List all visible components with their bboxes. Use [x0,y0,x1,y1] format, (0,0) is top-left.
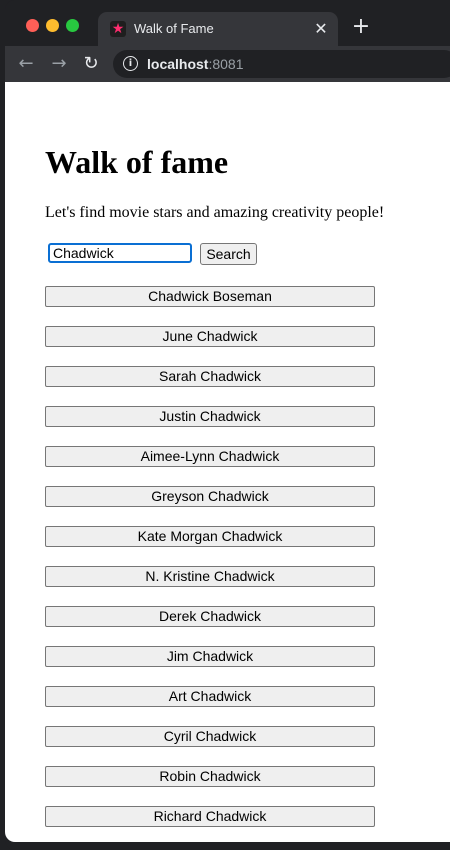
new-tab-button[interactable]: + [350,16,372,38]
result-button[interactable]: Cyril Chadwick [45,726,375,747]
result-button[interactable]: Richard Chadwick [45,806,375,827]
result-button[interactable]: Kate Morgan Chadwick [45,526,375,547]
result-button[interactable]: June Chadwick [45,326,375,347]
search-button[interactable]: Search [200,243,257,265]
browser-toolbar: ← → ↻ i localhost:8081 [5,46,450,82]
result-button[interactable]: Sarah Chadwick [45,366,375,387]
close-tab-icon[interactable]: ✕ [312,20,330,38]
reload-icon[interactable]: ↻ [80,53,102,75]
forward-arrow-icon[interactable]: → [48,53,70,75]
search-input[interactable] [48,243,192,263]
result-button[interactable]: Robin Chadwick [45,766,375,787]
result-button[interactable]: Chadwick Boseman [45,286,375,307]
window-close-button[interactable] [26,19,39,32]
page-subtitle: Let's find movie stars and amazing creat… [45,204,385,221]
results-list: Chadwick Boseman June Chadwick Sarah Chadw… [45,286,375,842]
address-bar[interactable]: i localhost:8081 [113,50,450,78]
result-button[interactable]: Art Chadwick [45,686,375,707]
url-host: localhost [147,56,209,72]
page-viewport: Walk of fame Let's find movie stars and … [5,82,450,842]
page-title: Walk of fame [45,144,229,180]
result-button[interactable]: Justin Chadwick [45,406,375,427]
tab-walk-of-fame[interactable]: ★ Walk of Fame ✕ [98,12,338,46]
result-button[interactable]: Greyson Chadwick [45,486,375,507]
url-port: :8081 [208,56,244,72]
star-favicon-icon: ★ [110,21,126,37]
result-button[interactable]: N. Kristine Chadwick [45,566,375,587]
result-button[interactable]: Jim Chadwick [45,646,375,667]
result-button[interactable]: Aimee-Lynn Chadwick [45,446,375,467]
browser-window: ★ Walk of Fame ✕ + ← → ↻ i localhost:808… [5,0,450,850]
window-maximize-button[interactable] [66,19,79,32]
window-minimize-button[interactable] [46,19,59,32]
tab-strip: ★ Walk of Fame ✕ + [5,0,450,46]
result-button[interactable]: Derek Chadwick [45,606,375,627]
back-arrow-icon[interactable]: ← [15,53,37,75]
url-text: localhost:8081 [147,56,244,72]
info-icon[interactable]: i [123,56,138,71]
tab-title: Walk of Fame [134,21,214,36]
